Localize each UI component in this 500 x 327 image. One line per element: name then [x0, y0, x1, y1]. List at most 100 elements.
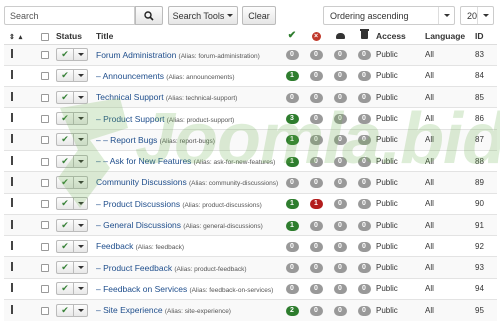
status-actions-dropdown[interactable]	[74, 282, 88, 296]
drag-handle-icon[interactable]	[11, 240, 13, 250]
drag-handle-icon[interactable]	[11, 155, 13, 165]
row-checkbox[interactable]	[41, 242, 49, 251]
unpublished-count-badge[interactable]: 0	[309, 263, 323, 274]
archived-count-badge[interactable]: 0	[333, 50, 347, 61]
category-title-link[interactable]: Community Discussions	[96, 177, 187, 187]
publish-toggle-button[interactable]: ✔	[56, 133, 74, 147]
drag-handle-icon[interactable]	[11, 262, 13, 272]
published-count-badge[interactable]: 1	[285, 156, 299, 167]
unpublished-count-badge[interactable]: 0	[309, 135, 323, 146]
category-title-link[interactable]: – General Discussions	[96, 220, 181, 230]
published-count-badge[interactable]: 1	[285, 71, 299, 82]
category-title-link[interactable]: Forum Administration	[96, 50, 176, 60]
publish-toggle-button[interactable]: ✔	[56, 112, 74, 126]
category-title-link[interactable]: – Product Discussions	[96, 199, 180, 209]
status-actions-dropdown[interactable]	[74, 69, 88, 83]
category-title-link[interactable]: – – Ask for New Features	[96, 156, 191, 166]
archived-count-badge[interactable]: 0	[333, 114, 347, 125]
published-count-badge[interactable]: 0	[285, 50, 299, 61]
clear-button[interactable]: Clear	[242, 6, 276, 25]
drag-handle-icon[interactable]	[11, 283, 13, 293]
publish-toggle-button[interactable]: ✔	[56, 239, 74, 253]
published-count-badge[interactable]: 0	[285, 284, 299, 295]
unpublished-count-badge[interactable]: 0	[309, 71, 323, 82]
unpublished-count-badge[interactable]: 0	[309, 284, 323, 295]
drag-handle-icon[interactable]	[11, 198, 13, 208]
status-actions-dropdown[interactable]	[74, 48, 88, 62]
category-title-link[interactable]: – Feedback on Services	[96, 284, 187, 294]
trashed-count-badge[interactable]: 0	[357, 156, 371, 167]
status-actions-dropdown[interactable]	[74, 239, 88, 253]
id-header[interactable]: ID	[475, 28, 497, 45]
search-button[interactable]	[135, 6, 163, 25]
search-input[interactable]	[4, 6, 135, 25]
status-actions-dropdown[interactable]	[74, 261, 88, 275]
trashed-count-badge[interactable]: 0	[357, 177, 371, 188]
row-checkbox[interactable]	[41, 264, 49, 272]
row-checkbox[interactable]	[41, 51, 49, 60]
search-tools-button[interactable]: Search Tools	[168, 6, 238, 25]
trashed-count-badge[interactable]: 0	[357, 50, 371, 61]
status-actions-dropdown[interactable]	[74, 218, 88, 232]
unpublished-count-badge[interactable]: 1	[309, 199, 323, 210]
trashed-count-badge[interactable]: 0	[357, 241, 371, 252]
row-checkbox[interactable]	[41, 221, 49, 230]
select-all-checkbox[interactable]	[41, 32, 49, 41]
unpublished-count-badge[interactable]: 0	[309, 156, 323, 167]
published-count-badge[interactable]: 0	[285, 241, 299, 252]
publish-toggle-button[interactable]: ✔	[56, 69, 74, 83]
drag-handle-icon[interactable]	[11, 113, 13, 123]
ordering-header[interactable]: ⇕ ▴	[4, 28, 34, 45]
unpublished-count-badge[interactable]: 0	[309, 92, 323, 103]
unpublished-count-badge[interactable]: 0	[309, 220, 323, 231]
archived-count-badge[interactable]: 0	[333, 135, 347, 146]
status-actions-dropdown[interactable]	[74, 133, 88, 147]
published-count-badge[interactable]: 0	[285, 263, 299, 274]
trashed-count-badge[interactable]: 0	[357, 220, 371, 231]
row-checkbox[interactable]	[41, 72, 49, 81]
unpublished-count-badge[interactable]: 0	[309, 241, 323, 252]
unpublished-count-badge[interactable]: 0	[309, 177, 323, 188]
published-count-badge[interactable]: 1	[285, 220, 299, 231]
published-count-badge[interactable]: 2	[285, 305, 299, 316]
unpublished-count-badge[interactable]: 0	[309, 305, 323, 316]
published-count-badge[interactable]: 3	[285, 114, 299, 125]
trashed-count-badge[interactable]: 0	[357, 114, 371, 125]
category-title-link[interactable]: – – Report Bugs	[96, 135, 157, 145]
trashed-count-badge[interactable]: 0	[357, 284, 371, 295]
list-limit-select[interactable]: 20	[460, 6, 494, 25]
row-checkbox[interactable]	[41, 178, 49, 187]
publish-toggle-button[interactable]: ✔	[56, 197, 74, 211]
status-actions-dropdown[interactable]	[74, 90, 88, 104]
title-header[interactable]: Title	[96, 28, 280, 45]
drag-handle-icon[interactable]	[11, 304, 13, 314]
published-count-badge[interactable]: 1	[285, 135, 299, 146]
publish-toggle-button[interactable]: ✔	[56, 154, 74, 168]
published-count-badge[interactable]: 1	[285, 199, 299, 210]
access-header[interactable]: Access	[376, 28, 425, 45]
archived-count-badge[interactable]: 0	[333, 220, 347, 231]
archived-count-badge[interactable]: 0	[333, 241, 347, 252]
category-title-link[interactable]: – Product Feedback	[96, 263, 172, 273]
drag-handle-icon[interactable]	[11, 91, 13, 101]
trashed-count-badge[interactable]: 0	[357, 263, 371, 274]
publish-toggle-button[interactable]: ✔	[56, 48, 74, 62]
publish-toggle-button[interactable]: ✔	[56, 303, 74, 317]
published-count-badge[interactable]: 0	[285, 92, 299, 103]
publish-toggle-button[interactable]: ✔	[56, 218, 74, 232]
category-title-link[interactable]: Feedback	[96, 241, 133, 251]
status-actions-dropdown[interactable]	[74, 112, 88, 126]
category-title-link[interactable]: – Site Experience	[96, 305, 163, 315]
archived-count-badge[interactable]: 0	[333, 71, 347, 82]
archived-count-badge[interactable]: 0	[333, 263, 347, 274]
archived-count-badge[interactable]: 0	[333, 284, 347, 295]
row-checkbox[interactable]	[41, 114, 49, 123]
drag-handle-icon[interactable]	[11, 219, 13, 229]
status-header[interactable]: Status	[56, 28, 96, 45]
category-title-link[interactable]: – Product Support	[96, 114, 165, 124]
row-checkbox[interactable]	[41, 157, 49, 166]
row-checkbox[interactable]	[41, 306, 49, 315]
drag-handle-icon[interactable]	[11, 49, 13, 59]
language-header[interactable]: Language	[425, 28, 475, 45]
publish-toggle-button[interactable]: ✔	[56, 261, 74, 275]
